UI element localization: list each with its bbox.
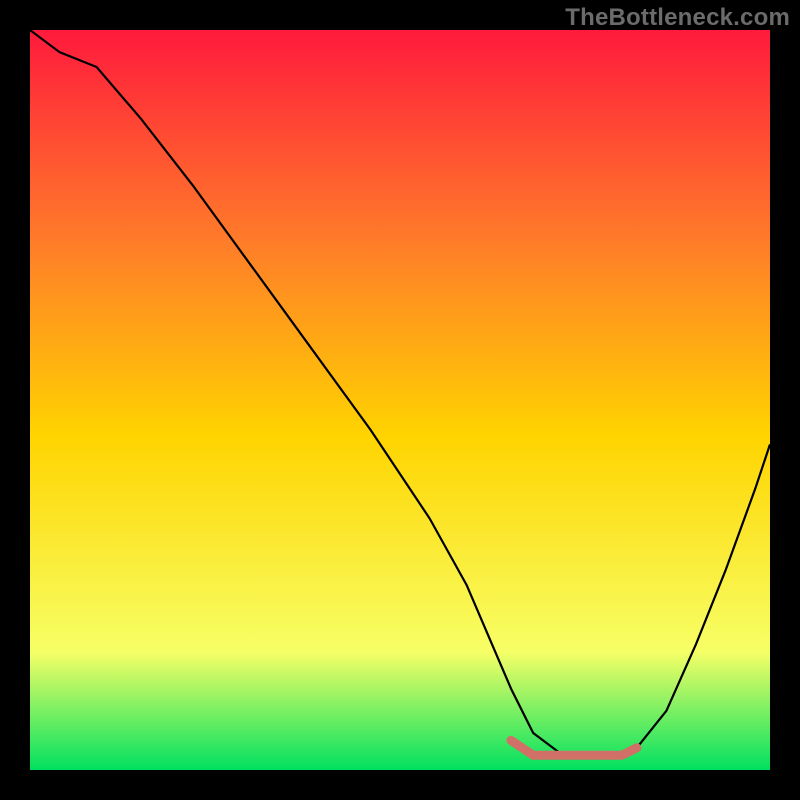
bottleneck-chart: TheBottleneck.com bbox=[0, 0, 800, 800]
plot-background bbox=[30, 30, 770, 770]
watermark-text: TheBottleneck.com bbox=[565, 4, 790, 32]
chart-canvas bbox=[0, 0, 800, 800]
